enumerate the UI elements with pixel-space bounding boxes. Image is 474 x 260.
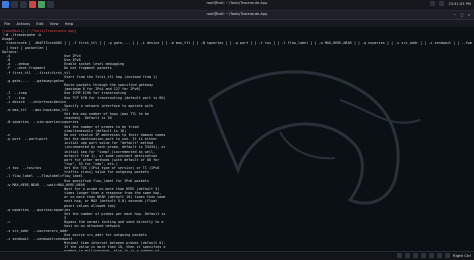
menu-file[interactable]: File [4,21,10,26]
network-icon[interactable] [430,1,436,6]
display-icon[interactable] [437,253,443,258]
vm-status-tray: Right Ctrl [397,253,471,258]
host-key-label: Right Ctrl [453,253,471,258]
network-adapter-icon[interactable] [421,253,427,258]
hdd-icon[interactable] [397,253,403,258]
terminal-titlebar: root@kali: ~/Tools/Traceroute-App – □ ✕ [0,11,474,20]
menu-view[interactable]: View [50,21,59,26]
system-top-panel: root@kali: ~/Tools/Traceroute-App 23:41:… [0,0,474,11]
terminal-title: root@kali: ~/Tools/Traceroute-App [206,12,268,16]
terminal-menubar: File Actions Edit View Help [0,20,474,27]
close-icon[interactable]: ✕ [466,12,472,17]
panel-tray: 23:41:05 PM [430,1,471,6]
menu-actions[interactable]: Actions [16,21,30,26]
keyboard-icon[interactable] [445,253,451,258]
minimize-icon[interactable]: – [452,12,458,17]
maximize-icon[interactable]: □ [459,12,465,17]
volume-icon[interactable] [439,1,445,6]
usb-icon[interactable] [413,253,419,258]
clock[interactable]: 23:41:05 PM [448,2,471,6]
menu-help[interactable]: Help [65,21,74,26]
optical-drive-icon[interactable] [405,253,411,258]
shared-folder-icon[interactable] [429,253,435,258]
window-title: root@kali: ~/Tools/Traceroute-App [206,1,268,5]
terminal-output[interactable]: [root@kali]-[~/Tools/Traceroute-App] └─#… [2,29,472,251]
output-line: traceroute [ -46dFITnreAUDV ] [ -f first… [2,41,472,46]
menu-edit[interactable]: Edit [36,21,43,26]
